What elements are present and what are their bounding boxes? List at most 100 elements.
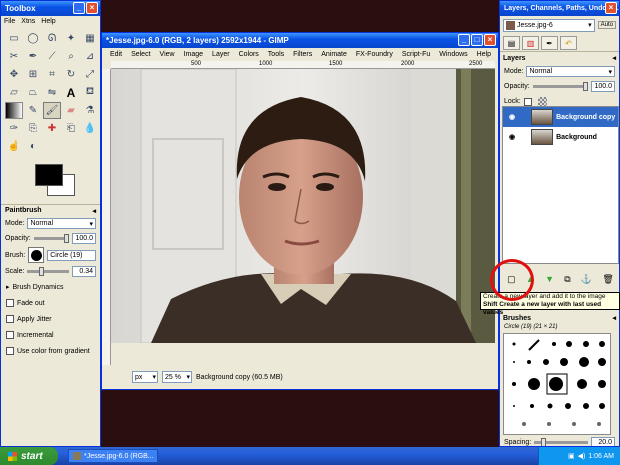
auto-button[interactable]: Auto — [597, 21, 616, 29]
horizontal-ruler[interactable]: 500 1000 1500 2000 2500 — [111, 61, 495, 69]
close-button[interactable]: × — [605, 2, 617, 14]
incremental-checkbox[interactable] — [6, 331, 14, 339]
eye-icon[interactable]: ◉ — [509, 133, 515, 141]
mode-select[interactable]: Normal — [27, 218, 96, 229]
tab-layers[interactable]: ▤ — [503, 36, 520, 50]
vertical-ruler[interactable] — [102, 69, 111, 365]
spacing-spin[interactable]: 20.0 — [591, 436, 615, 446]
brush-dynamics-expander[interactable]: ▸ Brush Dynamics — [1, 279, 100, 295]
apply-jitter-option[interactable]: Apply Jitter — [1, 311, 100, 327]
menu-view[interactable]: View — [160, 51, 175, 58]
blur-icon[interactable]: 💧 — [81, 120, 99, 137]
anchor-layer-icon[interactable]: ⚓ — [581, 274, 592, 285]
text-icon[interactable]: A — [62, 84, 80, 101]
menu-image[interactable]: Image — [184, 51, 203, 58]
menu-file[interactable]: File — [4, 18, 15, 25]
blend-icon[interactable] — [5, 102, 23, 119]
taskbar-item-gimp[interactable]: *Jesse.jpg-6.0 (RGB... — [68, 449, 158, 463]
brush-preview[interactable] — [28, 247, 45, 263]
flip-icon[interactable]: ⇋ — [43, 84, 61, 101]
duplicate-layer-icon[interactable]: ⧉ — [564, 274, 570, 285]
crop-icon[interactable]: ⌗ — [43, 66, 61, 83]
perspective-clone-icon[interactable]: ⎗ — [62, 120, 80, 137]
tab-undo[interactable]: ↶ — [560, 36, 577, 50]
zoom-select[interactable]: 25 % — [162, 371, 192, 383]
image-canvas[interactable] — [111, 69, 495, 365]
tool-options-menu-icon[interactable]: ◂ — [92, 207, 96, 215]
incremental-option[interactable]: Incremental — [1, 327, 100, 343]
gradient-color-option[interactable]: Use color from gradient — [1, 343, 100, 359]
layer-opacity-slider[interactable] — [532, 82, 588, 91]
rotate-icon[interactable]: ↻ — [62, 66, 80, 83]
delete-layer-icon[interactable]: 🗑 — [602, 274, 613, 285]
fade-out-option[interactable]: Fade out — [1, 295, 100, 311]
lock-alpha-checkbox[interactable] — [523, 97, 532, 106]
scale-icon[interactable]: ⤢ — [81, 66, 99, 83]
start-button[interactable]: start — [0, 447, 58, 465]
minimize-button[interactable]: _ — [458, 34, 470, 46]
color-picker-icon[interactable]: ⟋ — [43, 48, 61, 65]
fade-out-checkbox[interactable] — [6, 299, 14, 307]
color-select-icon[interactable]: ▦ — [81, 30, 99, 47]
layer-opacity-knob[interactable] — [583, 82, 588, 91]
layer-opacity-spin[interactable]: 100.0 — [591, 81, 615, 92]
smudge-icon[interactable]: ☝ — [5, 138, 23, 155]
brush-grid[interactable] — [503, 333, 611, 435]
measure-icon[interactable]: ⊿ — [81, 48, 99, 65]
layer-row-background-copy[interactable]: ◉ Background copy — [503, 107, 618, 127]
dock-titlebar[interactable]: Layers, Channels, Paths, Undo - ... × — [500, 1, 619, 16]
paintbrush-icon[interactable]: 🖌 — [43, 102, 61, 119]
opacity-slider[interactable] — [33, 234, 69, 243]
pencil-icon[interactable]: ✎ — [24, 102, 42, 119]
rect-select-icon[interactable]: ▭ — [5, 30, 23, 47]
menu-select[interactable]: Select — [131, 51, 150, 58]
opacity-spin[interactable]: 100.0 — [72, 233, 96, 244]
menu-fx-foundry[interactable]: FX-Foundry — [356, 51, 393, 58]
menu-help[interactable]: Help — [41, 18, 55, 25]
menu-windows[interactable]: Windows — [439, 51, 467, 58]
image-titlebar[interactable]: *Jesse.jpg-6.0 (RGB, 2 layers) 2592x1944… — [102, 33, 498, 48]
toolbox-titlebar[interactable]: Toolbox _ × — [1, 1, 100, 16]
apply-jitter-checkbox[interactable] — [6, 315, 14, 323]
menu-edit[interactable]: Edit — [110, 51, 122, 58]
layer-row-background[interactable]: ◉ Background — [503, 127, 618, 147]
fuzzy-select-icon[interactable]: ✦ — [62, 30, 80, 47]
align-icon[interactable]: ⊞ — [24, 66, 42, 83]
bucket-fill-icon[interactable]: ⛾ — [81, 84, 99, 101]
menu-help[interactable]: Help — [477, 51, 491, 58]
eraser-icon[interactable]: ▰ — [62, 102, 80, 119]
dodge-burn-icon[interactable]: ◐ — [24, 138, 42, 155]
lower-layer-icon[interactable]: ▼ — [545, 274, 554, 284]
free-select-icon[interactable]: ᘏ — [43, 30, 61, 47]
menu-colors[interactable]: Colors — [239, 51, 259, 58]
tab-paths[interactable]: ✒ — [541, 36, 558, 50]
opacity-slider-knob[interactable] — [64, 234, 69, 243]
airbrush-icon[interactable]: ⚗ — [81, 102, 99, 119]
tab-channels[interactable]: ▥ — [522, 36, 539, 50]
spacing-slider[interactable] — [534, 437, 588, 446]
ink-icon[interactable]: ✑ — [5, 120, 23, 137]
maximize-button[interactable]: □ — [471, 34, 483, 46]
perspective-icon[interactable]: ⏢ — [24, 84, 42, 101]
zoom-icon[interactable]: ⌕ — [62, 48, 80, 65]
scale-slider[interactable] — [27, 267, 69, 276]
menu-xtns[interactable]: Xtns — [21, 18, 35, 25]
close-button[interactable]: × — [484, 34, 496, 46]
menu-script-fu[interactable]: Script-Fu — [402, 51, 430, 58]
layer-mode-select[interactable]: Normal — [526, 66, 615, 77]
image-selector[interactable]: Jesse.jpg-6 — [503, 18, 595, 32]
scissors-icon[interactable]: ✂ — [5, 48, 23, 65]
clone-icon[interactable]: ⎘ — [24, 120, 42, 137]
network-icon[interactable]: ▣ — [568, 452, 575, 460]
panel-menu-icon[interactable]: ◂ — [612, 54, 616, 62]
shear-icon[interactable]: ▱ — [5, 84, 23, 101]
spacing-knob[interactable] — [540, 437, 546, 446]
scale-spin[interactable]: 0.34 — [72, 266, 96, 277]
eye-icon[interactable]: ◉ — [509, 113, 515, 121]
menu-tools[interactable]: Tools — [268, 51, 284, 58]
heal-icon[interactable]: ✚ — [43, 120, 61, 137]
menu-animate[interactable]: Animate — [321, 51, 347, 58]
menu-layer[interactable]: Layer — [212, 51, 230, 58]
ellipse-select-icon[interactable]: ◯ — [24, 30, 42, 47]
paths-icon[interactable]: ✒ — [24, 48, 42, 65]
